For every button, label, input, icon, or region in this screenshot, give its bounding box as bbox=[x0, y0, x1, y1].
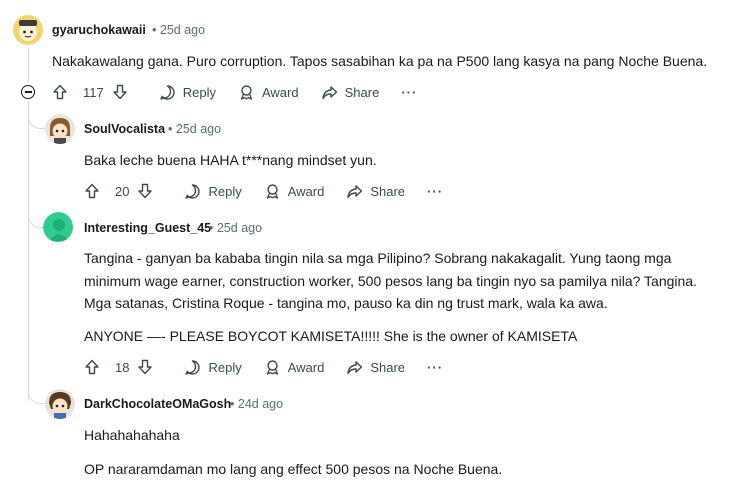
award-ribbon-icon bbox=[240, 84, 253, 100]
comment-meta: • 25d ago bbox=[152, 23, 205, 37]
arrow-down-icon[interactable] bbox=[137, 183, 153, 199]
vote-count: 18 bbox=[115, 359, 130, 375]
ellipsis-icon: ··· bbox=[427, 359, 444, 375]
share-button[interactable]: Share bbox=[346, 359, 405, 376]
reply-button[interactable]: Reply bbox=[159, 84, 216, 101]
award-label: Award bbox=[287, 359, 325, 375]
share-button[interactable]: Share bbox=[346, 183, 405, 200]
comment-meta: • 25d ago bbox=[168, 122, 221, 136]
comment-body: Nakakawalang gana. Puro corruption. Tapo… bbox=[52, 53, 708, 69]
reply-label: Reply bbox=[182, 84, 216, 100]
reply-button[interactable]: Reply bbox=[184, 359, 242, 376]
more-options-button[interactable]: ··· bbox=[427, 184, 443, 199]
share-label: Share bbox=[370, 183, 406, 199]
thread-connector bbox=[28, 110, 45, 129]
reply-label: Reply bbox=[208, 183, 242, 199]
comment-body: Baka leche buena HAHA t***nang mindset y… bbox=[84, 152, 377, 168]
more-options-button[interactable]: ··· bbox=[427, 360, 443, 375]
timestamp[interactable]: 25d ago bbox=[176, 122, 221, 136]
arrow-up-icon[interactable] bbox=[52, 84, 68, 100]
vote-count: 117 bbox=[83, 84, 104, 100]
comment-body-line: minimum wage earner, construction worker… bbox=[84, 272, 697, 289]
separator-dot: • bbox=[230, 397, 235, 411]
award-ribbon-icon bbox=[266, 183, 278, 199]
award-ribbon-icon bbox=[266, 359, 278, 375]
arrow-up-icon[interactable] bbox=[84, 359, 100, 375]
comment-body-line: OP nararamdaman mo lang ang effect 500 p… bbox=[84, 461, 503, 477]
action-bar: 20 Reply Award Share ··· bbox=[84, 179, 465, 203]
award-button[interactable]: Award bbox=[264, 183, 325, 200]
collapse-minus-icon[interactable] bbox=[21, 85, 35, 99]
thread-line[interactable] bbox=[28, 47, 29, 83]
share-arrow-icon bbox=[347, 184, 363, 198]
username[interactable]: DarkChocolateOMaGosh bbox=[84, 397, 231, 411]
vote-group: 20 bbox=[84, 183, 160, 199]
share-arrow-icon bbox=[321, 85, 337, 99]
vote-group: 18 bbox=[84, 359, 160, 375]
vote-group: 117 bbox=[52, 84, 135, 100]
separator-dot: • bbox=[168, 122, 173, 136]
avatar[interactable] bbox=[45, 114, 75, 144]
thread-connector bbox=[28, 385, 45, 404]
action-bar: 117 Reply Award Share ··· bbox=[52, 80, 439, 104]
action-bar: 18 Reply Award Share ··· bbox=[84, 355, 465, 379]
timestamp[interactable]: 24d ago bbox=[238, 397, 283, 411]
avatar[interactable] bbox=[43, 212, 73, 242]
award-label: Award bbox=[261, 84, 299, 100]
comment-body-line: Tangina - ganyan ba kababa tingin nila s… bbox=[84, 250, 672, 266]
separator-dot: • bbox=[209, 221, 214, 235]
share-button[interactable]: Share bbox=[321, 84, 380, 101]
timestamp[interactable]: 25d ago bbox=[217, 221, 262, 235]
thread-line[interactable] bbox=[28, 101, 29, 401]
avatar[interactable] bbox=[13, 15, 43, 45]
comment-meta: • 24d ago bbox=[230, 397, 283, 411]
speech-bubble-icon bbox=[160, 84, 175, 100]
username[interactable]: Interesting_Guest_45 bbox=[84, 221, 211, 235]
speech-bubble-icon bbox=[185, 183, 201, 199]
avatar[interactable] bbox=[45, 389, 75, 419]
share-arrow-icon bbox=[347, 360, 363, 374]
award-button[interactable]: Award bbox=[238, 84, 299, 101]
arrow-up-icon[interactable] bbox=[84, 183, 100, 199]
separator-dot: • bbox=[152, 23, 157, 37]
comment-body-line: Hahahahahaha bbox=[84, 427, 180, 443]
username[interactable]: gyaruchokawaii bbox=[52, 23, 146, 37]
username[interactable]: SoulVocalista bbox=[84, 122, 165, 136]
share-label: Share bbox=[370, 359, 406, 375]
reply-button[interactable]: Reply bbox=[184, 183, 242, 200]
award-button[interactable]: Award bbox=[264, 359, 325, 376]
speech-bubble-icon bbox=[185, 359, 201, 375]
ellipsis-icon: ··· bbox=[401, 84, 418, 100]
comment-meta: • 25d ago bbox=[209, 221, 262, 235]
share-label: Share bbox=[344, 84, 380, 100]
more-options-button[interactable]: ··· bbox=[401, 85, 417, 100]
arrow-down-icon[interactable] bbox=[137, 359, 153, 375]
vote-count: 20 bbox=[115, 183, 130, 199]
comment-body-line: ANYONE —- PLEASE BOYCOT KAMISETA!!!!! Sh… bbox=[84, 328, 578, 344]
timestamp[interactable]: 25d ago bbox=[160, 23, 205, 37]
comment-body-line: Mga satanas, Cristina Roque - tangina mo… bbox=[84, 295, 608, 311]
reply-label: Reply bbox=[208, 359, 242, 375]
ellipsis-icon: ··· bbox=[427, 183, 444, 199]
award-label: Award bbox=[287, 183, 325, 199]
arrow-down-icon[interactable] bbox=[112, 84, 128, 100]
